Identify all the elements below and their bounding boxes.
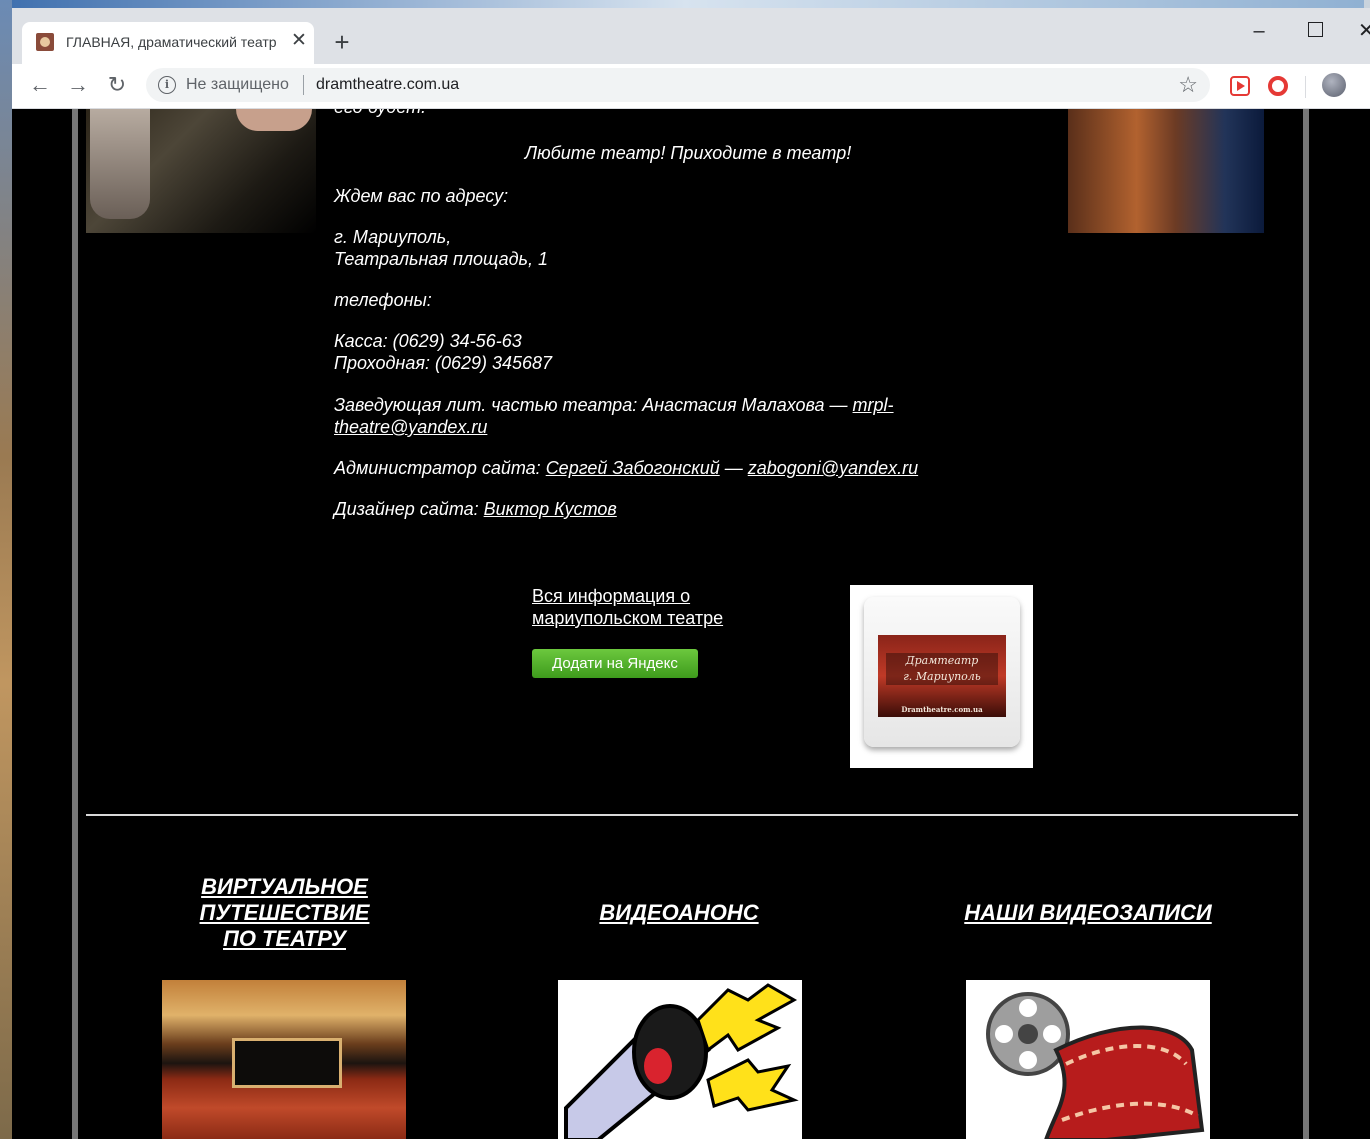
lit-dept-contact: Заведующая лит. частью театра: Анастасия… <box>334 394 974 438</box>
info-icon[interactable]: i <box>158 76 176 94</box>
new-tab-button[interactable]: + <box>328 28 356 56</box>
video-announce-link[interactable]: ВИДЕОАНОНС <box>572 900 786 926</box>
cut-off-text: его будет. <box>334 109 426 118</box>
admin-dash: — <box>719 458 748 478</box>
phone-box-office: Касса: (0629) 34-56-63 <box>334 331 522 351</box>
minimize-button[interactable]: – <box>1244 20 1274 44</box>
address-block: г. Мариуполь, Театральная площадь, 1 <box>334 226 994 270</box>
megaphone-image[interactable] <box>558 980 802 1139</box>
badge-card: Драмтеатр г. Мариуполь Dramtheatre.com.u… <box>864 597 1020 747</box>
theatre-hall-image[interactable] <box>162 980 406 1139</box>
phones-block: Касса: (0629) 34-56-63 Проходная: (0629)… <box>334 330 994 374</box>
badge-title-line1: Драмтеатр <box>905 654 979 667</box>
admin-contact: Администратор сайта: Сергей Забогонский … <box>334 457 994 479</box>
lit-dept-label: Заведующая лит. частью театра: Анастасия… <box>334 395 853 415</box>
maximize-button[interactable] <box>1308 22 1323 37</box>
lit-dept-email-link-part2[interactable]: theatre@yandex.ru <box>334 417 487 437</box>
address-street: Театральная площадь, 1 <box>334 249 549 269</box>
tab-close-icon[interactable]: ✕ <box>288 30 310 52</box>
extension-play-icon[interactable] <box>1230 76 1250 96</box>
actors-photo-right <box>1068 109 1264 233</box>
actors-photo-left <box>86 109 316 233</box>
admin-name-link[interactable]: Сергей Забогонский <box>546 458 720 478</box>
browser-window: ГЛАВНАЯ, драматический театр ✕ + – ✕ ← →… <box>12 8 1370 1139</box>
star-icon[interactable]: ☆ <box>1178 72 1198 98</box>
virtual-tour-line3: ПО ТЕАТРУ <box>223 926 346 951</box>
admin-email-link[interactable]: zabogoni@yandex.ru <box>748 458 918 478</box>
address-bar[interactable]: i Не защищено dramtheatre.com.ua ☆ <box>146 68 1210 102</box>
virtual-tour-line2: ПУТЕШЕСТВИЕ <box>199 900 370 925</box>
badge-title: Драмтеатр г. Мариуполь <box>886 653 998 685</box>
virtual-tour-link[interactable]: ВИРТУАЛЬНОЕ ПУТЕШЕСТВИЕ ПО ТЕАТРУ <box>172 874 397 952</box>
address-separator <box>303 75 304 95</box>
megaphone-icon <box>564 983 799 1139</box>
lit-dept-email-link-part1[interactable]: mrpl- <box>853 395 894 415</box>
designer-name-link[interactable]: Виктор Кустов <box>484 499 617 519</box>
opera-extension-icon[interactable] <box>1268 76 1288 96</box>
badge-domain: Dramtheatre.com.ua <box>901 705 983 714</box>
desktop-wallpaper-left <box>0 0 12 1139</box>
theatre-favicon-icon <box>36 33 54 51</box>
badge-stage-image: Драмтеатр г. Мариуполь Dramtheatre.com.u… <box>878 635 1006 717</box>
theatre-info-link[interactable]: Вся информация о мариупольском театре <box>532 585 762 629</box>
designer-label: Дизайнер сайта: <box>334 499 484 519</box>
phones-label: телефоны: <box>334 290 432 310</box>
back-icon[interactable]: ← <box>26 71 54 99</box>
film-reel-image[interactable] <box>966 980 1210 1139</box>
page-frame-left <box>72 109 78 1139</box>
motto-text: Любите театр! Приходите в театр! <box>524 143 852 163</box>
phone-gate: Проходная: (0629) 345687 <box>334 353 553 373</box>
tab-strip: ГЛАВНАЯ, драматический театр ✕ + – ✕ <box>12 8 1370 64</box>
film-reel-icon <box>986 992 1205 1139</box>
web-page: его будет. Любите театр! Приходите в теа… <box>12 109 1370 1139</box>
our-videos-link[interactable]: НАШИ ВИДЕОЗАПИСИ <box>942 900 1234 926</box>
add-to-yandex-button[interactable]: Додати на Яндекс <box>532 649 698 678</box>
address-city: г. Мариуполь, <box>334 227 452 247</box>
browser-tab-active[interactable]: ГЛАВНАЯ, драматический театр ✕ <box>22 22 314 64</box>
profile-avatar[interactable] <box>1322 73 1346 97</box>
designer-contact: Дизайнер сайта: Виктор Кустов <box>334 498 994 520</box>
site-badge[interactable]: Драмтеатр г. Мариуполь Dramtheatre.com.u… <box>850 585 1033 768</box>
address-intro: Ждем вас по адресу: <box>334 186 509 206</box>
toolbar-separator <box>1305 76 1306 98</box>
badge-title-line2: г. Мариуполь <box>903 670 981 683</box>
browser-toolbar: ← → ↻ i Не защищено dramtheatre.com.ua ☆ <box>12 64 1370 109</box>
url-text[interactable]: dramtheatre.com.ua <box>316 76 459 94</box>
tab-title: ГЛАВНАЯ, драматический театр <box>66 34 277 50</box>
reload-icon[interactable]: ↻ <box>103 71 131 99</box>
close-window-button[interactable]: ✕ <box>1358 18 1370 43</box>
security-label[interactable]: Не защищено <box>186 76 289 94</box>
admin-label: Администратор сайта: <box>334 458 546 478</box>
forward-icon[interactable]: → <box>64 71 92 99</box>
horizontal-divider <box>86 814 1298 816</box>
page-frame-right <box>1303 109 1309 1139</box>
virtual-tour-line1: ВИРТУАЛЬНОЕ <box>201 874 368 899</box>
